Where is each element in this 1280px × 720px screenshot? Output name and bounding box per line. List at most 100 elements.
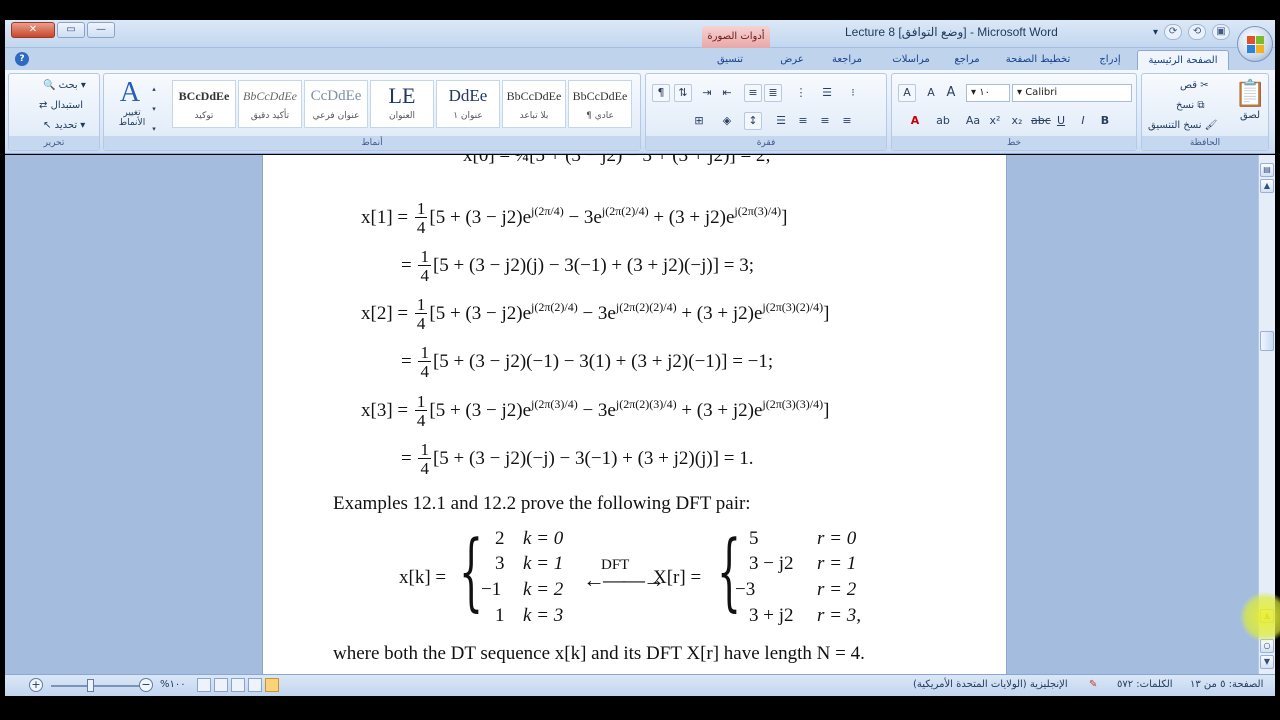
center-icon[interactable]: ≡ bbox=[816, 112, 834, 130]
page-number[interactable]: الصفحة: ٥ من ١٣ bbox=[1190, 679, 1263, 690]
strikethrough-icon[interactable]: abc bbox=[1030, 112, 1051, 130]
cut-button[interactable]: قص ✂ bbox=[1180, 80, 1209, 91]
xk-value: −1 bbox=[481, 579, 502, 600]
office-button[interactable] bbox=[1237, 26, 1273, 62]
font-name-combo[interactable]: ▾ Calibri bbox=[1012, 84, 1132, 102]
style-no-spacing[interactable]: BbCcDdEe بلا تباعد bbox=[502, 80, 566, 128]
save-icon[interactable]: ▣ bbox=[1212, 24, 1231, 40]
zoom-slider-handle[interactable] bbox=[87, 679, 94, 692]
align-right-icon[interactable]: ≡ bbox=[838, 112, 856, 130]
qat-dropdown-icon[interactable]: ▾ bbox=[1153, 27, 1158, 38]
frac-den: 4 bbox=[416, 411, 426, 430]
change-case-icon[interactable]: Aa bbox=[964, 112, 982, 130]
redo-icon[interactable]: ⟳ bbox=[1164, 24, 1183, 40]
font-size-combo[interactable]: ▾ ١٠ bbox=[966, 84, 1010, 102]
italic-icon[interactable]: I bbox=[1074, 112, 1092, 130]
view-draft-icon[interactable] bbox=[197, 678, 211, 692]
equation-line-x1: x[1] = 1 4 [5 + (3 − j2)ej(2π/4) − 3ej(2π(… bbox=[361, 200, 787, 237]
tab-view[interactable]: عرض bbox=[775, 50, 809, 70]
numbering-icon[interactable]: ☰ bbox=[818, 84, 836, 102]
style-emphasis[interactable]: BCcDdEe توكيد bbox=[172, 80, 236, 128]
scroll-thumb[interactable] bbox=[1260, 331, 1274, 351]
format-painter-button[interactable]: نسخ التنسيق 🖌 bbox=[1148, 120, 1217, 131]
replace-button[interactable]: ⇄ استبدال bbox=[39, 100, 83, 111]
sort-icon[interactable]: ⇅ bbox=[674, 84, 692, 102]
ltr-icon[interactable]: ⇥ bbox=[698, 84, 716, 102]
undo-icon[interactable]: ⟲ bbox=[1188, 24, 1207, 40]
close-button[interactable]: ✕ bbox=[11, 22, 55, 38]
style-subtle-emphasis[interactable]: BbCcDdEe تأكيد دقيق bbox=[238, 80, 302, 128]
window-controls: ✕ ▭ — bbox=[11, 22, 115, 38]
next-page-icon[interactable]: ▼ bbox=[1260, 655, 1274, 669]
equation-line-x0: x[0] = ¼[5 + (3 − j2) − 3 + (3 + j2)] = … bbox=[463, 155, 771, 166]
copy-button[interactable]: نسخ ⧉ bbox=[1176, 100, 1205, 111]
style-title[interactable]: LE العنوان bbox=[370, 80, 434, 128]
ruler-toggle-icon[interactable]: ▤ bbox=[1260, 163, 1274, 177]
tab-review[interactable]: مراجعة bbox=[823, 50, 871, 70]
restore-button[interactable]: ▭ bbox=[57, 22, 85, 38]
tab-format[interactable]: تنسيق bbox=[713, 50, 747, 70]
line-spacing-icon[interactable]: ↕ bbox=[744, 112, 762, 130]
exponent: j(2π(3)/4) bbox=[734, 203, 782, 218]
fraction: 14 bbox=[414, 296, 428, 333]
view-outline-icon[interactable] bbox=[214, 678, 228, 692]
tab-home[interactable]: الصفحة الرئيسية bbox=[1137, 50, 1229, 70]
clear-formatting-icon[interactable]: A bbox=[898, 84, 916, 102]
underline-icon[interactable]: U bbox=[1052, 112, 1070, 130]
superscript-icon[interactable]: x² bbox=[986, 112, 1004, 130]
zoom-level[interactable]: %١٠٠ bbox=[160, 679, 186, 690]
tab-mailings[interactable]: مراسلات bbox=[883, 50, 939, 70]
highlight-icon[interactable]: ab bbox=[934, 112, 952, 130]
rtl-icon[interactable]: ⇤ bbox=[718, 84, 736, 102]
bullets-icon[interactable]: ⁝ bbox=[844, 84, 862, 102]
grow-font-icon[interactable]: A bbox=[942, 84, 960, 102]
paste-button[interactable]: 📋 لصق bbox=[1234, 78, 1266, 121]
style-normal[interactable]: BbCcDdEe ¶ عادي bbox=[568, 80, 632, 128]
borders-icon[interactable]: ⊞ bbox=[690, 112, 708, 130]
left-brace-Xr: { bbox=[717, 522, 742, 620]
find-button[interactable]: 🔍 بحث ▾ bbox=[43, 80, 86, 91]
styles-gallery-scroll[interactable]: ▴ ▾ ▾ bbox=[149, 78, 159, 138]
font-name-value: Calibri bbox=[1025, 87, 1058, 98]
Xr-value: 5 bbox=[749, 528, 759, 549]
justify-icon[interactable]: ☰ bbox=[772, 112, 790, 130]
change-styles-button[interactable]: A تغيير الأنماط bbox=[110, 78, 150, 129]
frac-num: 1 bbox=[414, 392, 428, 411]
zoom-slider[interactable] bbox=[51, 685, 141, 687]
subscript-icon[interactable]: x₂ bbox=[1008, 112, 1026, 130]
xk-value: 2 bbox=[495, 528, 505, 549]
tab-references[interactable]: مراجع bbox=[950, 50, 984, 70]
frac-num: 1 bbox=[414, 199, 428, 218]
document-area[interactable]: x[0] = ¼[5 + (3 − j2) − 3 + (3 + j2)] = … bbox=[5, 155, 1258, 674]
frac-den: 4 bbox=[420, 362, 429, 381]
zoom-out-icon[interactable]: − bbox=[139, 678, 153, 692]
exponent: j(2π(2)/4) bbox=[531, 299, 578, 314]
minimize-button[interactable]: — bbox=[87, 22, 115, 38]
style-subtitle[interactable]: CcDdEe عنوان فرعي bbox=[304, 80, 368, 128]
decrease-indent-icon[interactable]: ≣ bbox=[764, 84, 782, 102]
style-name: عنوان فرعي bbox=[312, 111, 360, 121]
increase-indent-icon[interactable]: ≡ bbox=[744, 84, 762, 102]
zoom-in-icon[interactable]: + bbox=[29, 678, 43, 692]
select-button[interactable]: ↖ تحديد ▾ bbox=[43, 120, 85, 131]
language-indicator[interactable]: الإنجليزية (الولايات المتحدة الأمريكية) bbox=[913, 679, 1068, 690]
pilcrow-icon[interactable]: ¶ bbox=[652, 84, 670, 102]
view-web-layout-icon[interactable] bbox=[231, 678, 245, 692]
tab-page-layout[interactable]: تخطيط الصفحة bbox=[1000, 50, 1076, 70]
bold-icon[interactable]: B bbox=[1096, 112, 1114, 130]
word-count[interactable]: الكلمات: ٥٧٢ bbox=[1117, 679, 1173, 690]
document-page[interactable]: x[0] = ¼[5 + (3 − j2) − 3 + (3 + j2)] = … bbox=[262, 155, 1007, 674]
view-full-screen-reading-icon[interactable] bbox=[248, 678, 262, 692]
shading-icon[interactable]: ◈ bbox=[718, 112, 736, 130]
font-color-icon[interactable]: A bbox=[906, 112, 924, 130]
shrink-font-icon[interactable]: A bbox=[922, 84, 940, 102]
proofing-icon[interactable]: ✎ bbox=[1089, 679, 1097, 690]
style-heading-1[interactable]: DdEe عنوان ١ bbox=[436, 80, 500, 128]
tab-insert[interactable]: إدراج bbox=[1090, 50, 1130, 70]
multilevel-list-icon[interactable]: ⋮ bbox=[792, 84, 810, 102]
help-icon[interactable]: ? bbox=[15, 52, 29, 66]
scroll-up-icon[interactable]: ▲ bbox=[1260, 179, 1274, 193]
view-print-layout-icon[interactable] bbox=[265, 678, 279, 692]
term: [5 + (3 − j2)(−j) − 3(−1) + (3 + j2)(j)]… bbox=[432, 447, 754, 469]
align-left-icon[interactable]: ≡ bbox=[794, 112, 812, 130]
